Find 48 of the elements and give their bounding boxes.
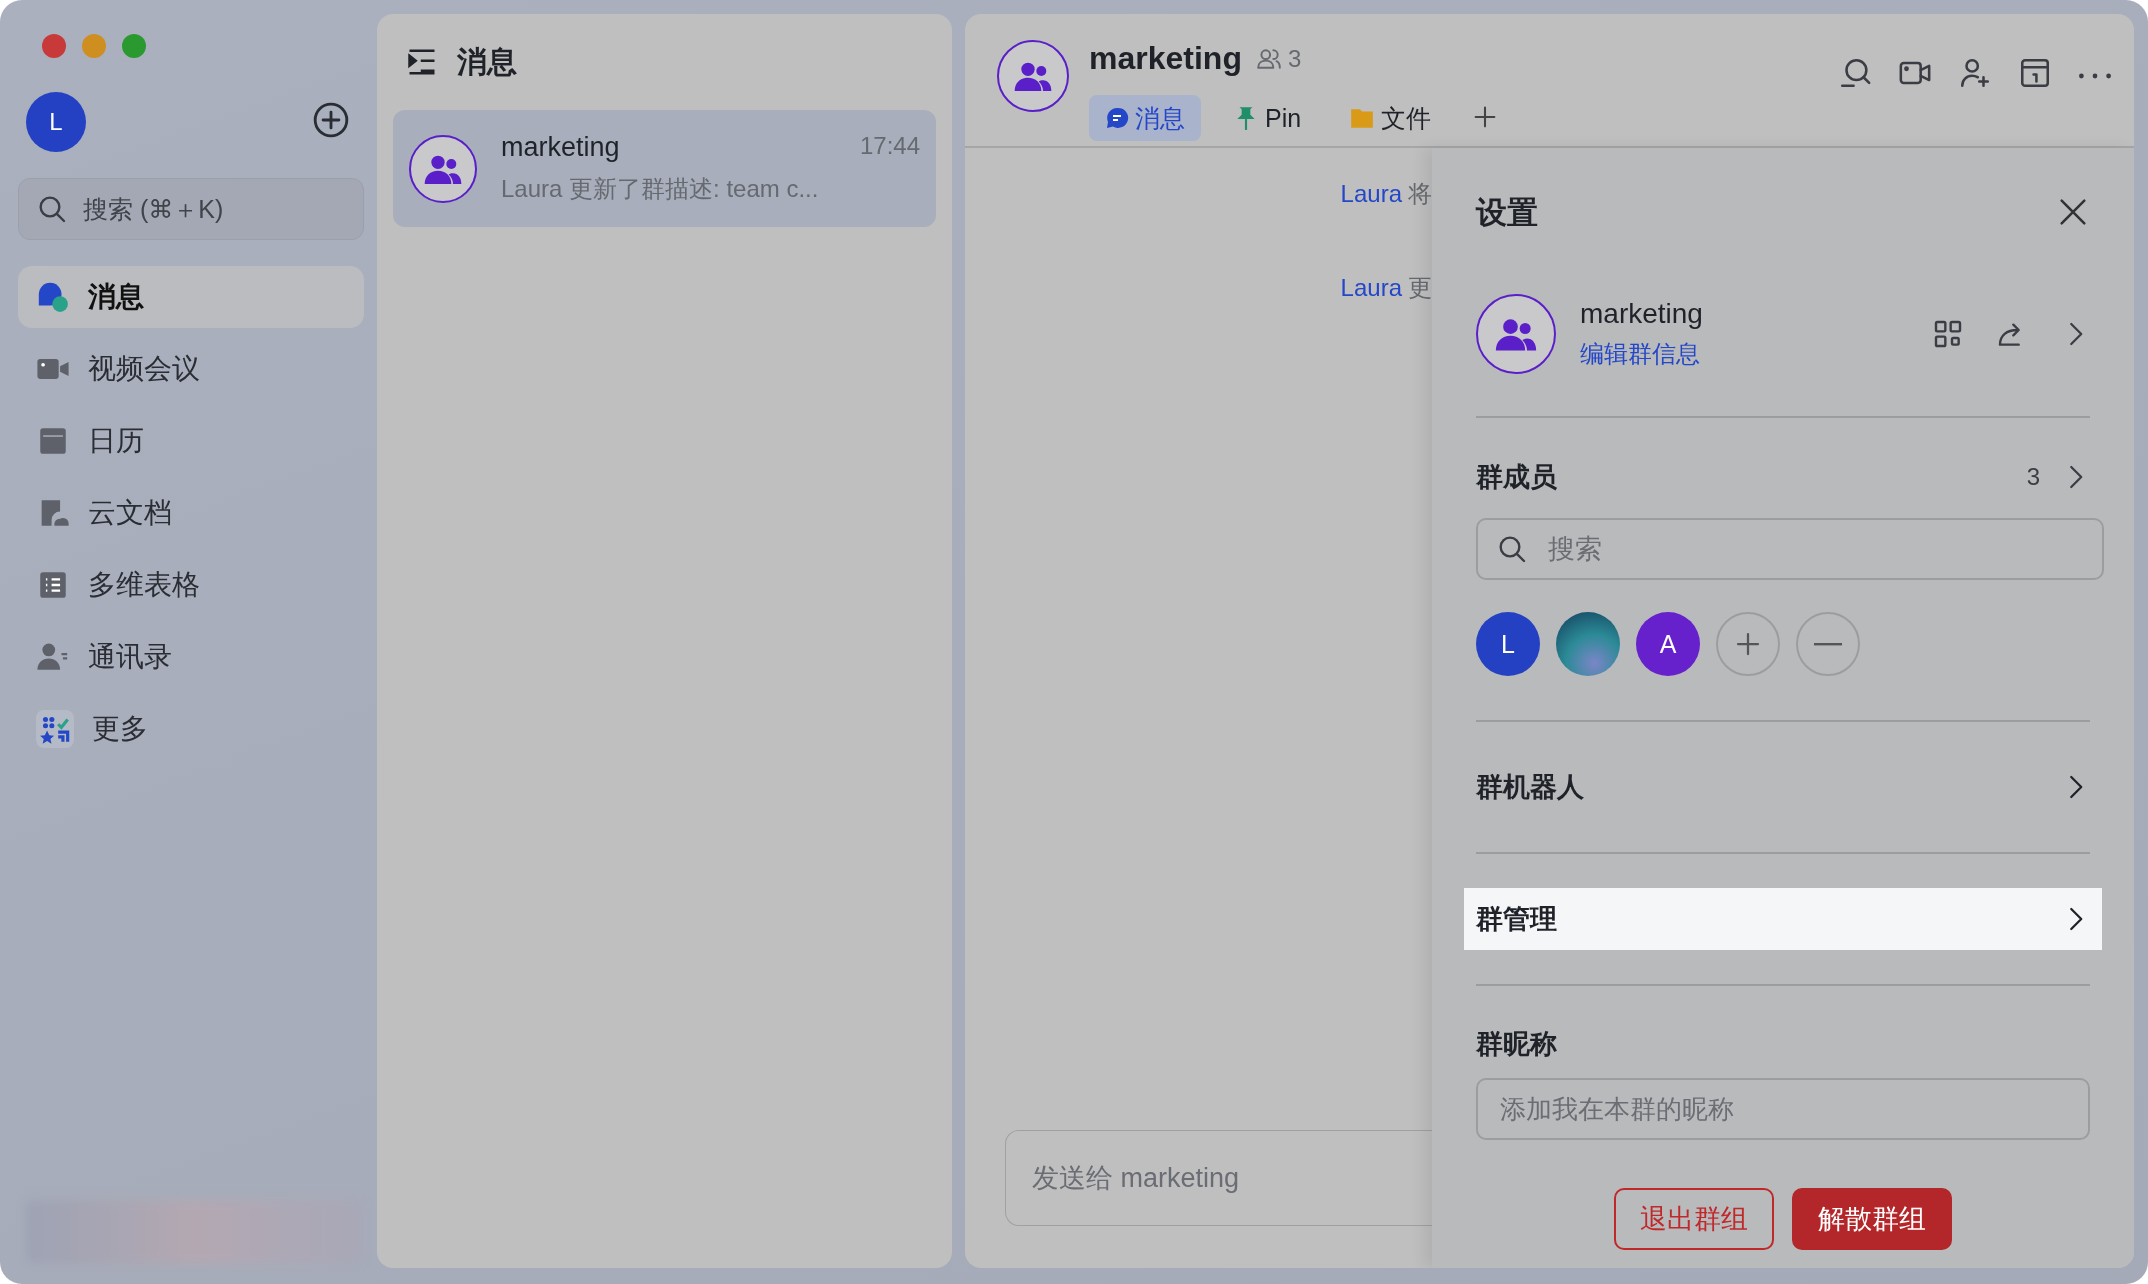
nav-item[interactable]: 更多	[18, 698, 364, 760]
member-avatar[interactable]: A	[1636, 612, 1700, 676]
settings-title: 设置	[1476, 194, 1538, 232]
disband-button[interactable]: 解散群组	[1792, 1188, 1952, 1250]
chat-name: marketing	[501, 132, 620, 163]
chat-time: 17:44	[859, 132, 920, 161]
system-message: Laura 将	[1340, 179, 1432, 209]
chat-tab[interactable]: 文件	[1333, 95, 1448, 141]
nav-item[interactable]: 视频会议	[18, 338, 364, 400]
search-field[interactable]: 搜索 (⌘＋K)	[18, 178, 364, 240]
nickname-input[interactable]: 添加我在本群的昵称	[1476, 1078, 2090, 1140]
user-link[interactable]: Laura	[1340, 274, 1402, 301]
member-avatar[interactable]: L	[1476, 612, 1540, 676]
nav-item[interactable]: 多维表格	[18, 554, 364, 616]
minus-icon	[1814, 642, 1842, 646]
system-message: Laura 更	[1340, 273, 1432, 303]
member-search-field[interactable]: 搜索	[1476, 518, 2104, 580]
list-indent-icon	[407, 47, 437, 77]
chat-bubbles-icon	[36, 280, 70, 314]
group-name: marketing	[1580, 298, 1704, 330]
nav-item[interactable]: 消息	[18, 266, 364, 328]
settings-row[interactable]: 群管理	[1464, 888, 2102, 950]
more-icon	[2078, 73, 2112, 79]
nav-item[interactable]: 云文档	[18, 482, 364, 544]
nav-item[interactable]: 通讯录	[18, 626, 364, 688]
chat-tab[interactable]: 消息	[1089, 95, 1201, 141]
chat-title: marketing	[1089, 40, 1242, 77]
member-count: 3	[1287, 44, 1302, 73]
member-count: 3	[2026, 463, 2040, 491]
nickname-label: 群昵称	[1476, 1029, 1557, 1059]
add-member-button[interactable]	[1716, 612, 1780, 676]
search-icon	[1496, 533, 1528, 565]
chat-tab[interactable]: Pin	[1217, 95, 1318, 141]
message-input[interactable]: 发送给 marketing	[1005, 1130, 1432, 1226]
settings-row[interactable]: 群机器人	[1464, 756, 2102, 818]
add-person-icon	[1958, 56, 1992, 90]
edit-group-link[interactable]: 编辑群信息	[1580, 338, 1700, 370]
search-icon	[1838, 56, 1872, 90]
user-link[interactable]: Laura	[1340, 180, 1402, 207]
nav-item[interactable]: 日历	[18, 410, 364, 472]
chat-preview: Laura 更新了群描述: team c...	[501, 174, 820, 204]
add-circle-icon	[312, 101, 350, 139]
user-avatar[interactable]: L	[26, 92, 86, 152]
chat-list-item[interactable]: marketing 17:44 Laura 更新了群描述: team c...	[393, 110, 936, 227]
chat-bubble-icon	[1105, 106, 1129, 130]
apps-grid-icon	[36, 710, 74, 748]
members-label: 群成员	[1476, 461, 1557, 494]
list-title: 消息	[457, 43, 517, 80]
